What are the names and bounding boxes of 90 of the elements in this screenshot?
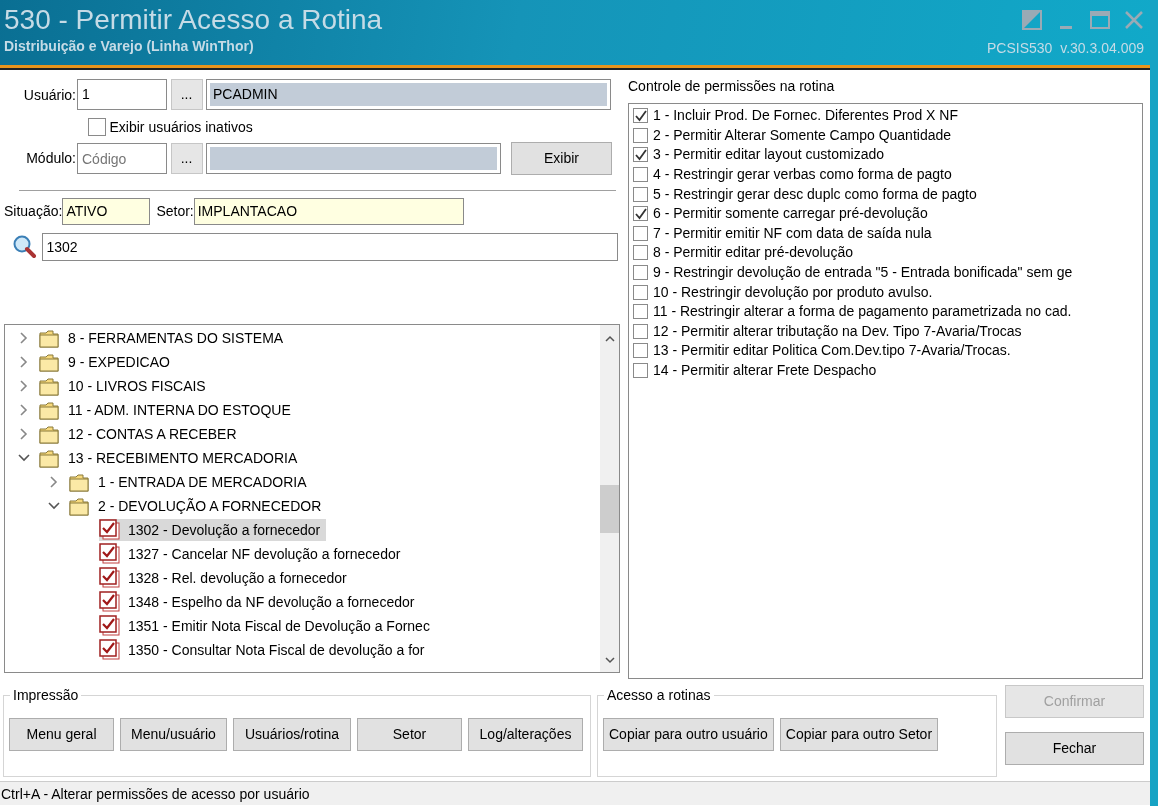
group-title: Impressão [10,686,82,704]
checkbox-label: 6 - Permitir somente carregar pré-devolução [653,204,928,224]
lookup-button[interactable]: ... [170,79,203,110]
folder-icon [39,352,61,372]
tree-item[interactable]: 12 - CONTAS A RECEBER [68,423,237,445]
checkbox[interactable] [88,118,106,136]
checkbox-label: 2 - Permitir Alterar Somente Campo Quantidade [653,125,952,145]
checkbox[interactable] [633,304,648,320]
folder-icon [39,448,61,468]
tree-item[interactable]: 10 - LIVROS FISCAIS [68,375,206,397]
search-field[interactable]: 1302 [41,233,618,261]
scrollbar[interactable] [600,325,619,672]
print-button[interactable]: Setor [357,718,462,751]
folder-icon [69,472,91,492]
folder-icon [39,376,61,396]
tree-item[interactable]: 1328 - Rel. devolução a fornecedor [99,567,347,589]
tree-item[interactable]: 9 - EXPEDICAO [68,351,170,373]
tree-item[interactable]: 8 - FERRAMENTAS DO SISTEMA [68,327,284,349]
print-button[interactable]: Menu geral [9,718,114,751]
search-icon [12,234,38,260]
checkbox[interactable] [633,127,648,143]
status-bar: Ctrl+A - Alterar permissões de acesso por usuário [0,781,1150,805]
tree-item[interactable]: 1302 - Devolução a fornecedor [99,519,327,541]
copy-button[interactable]: Copiar para outro usuário [603,718,774,751]
folder-icon [69,496,91,516]
tree-item[interactable]: 1350 - Consultar Nota Fiscal de devolução a for [99,639,425,661]
tree-item[interactable]: 1351 - Emitir Nota Fiscal de Devolução a Fornec [99,615,430,637]
checkbox[interactable] [633,363,648,378]
checked-icon[interactable] [99,543,121,565]
tree-item[interactable]: 1348 - Espelho da NF devolução a fornecedor [99,591,415,613]
tree-item[interactable]: 2 - DEVOLUÇÃO A FORNECEDOR [98,495,322,517]
exibir-button[interactable]: Exibir [511,142,612,175]
folder-icon [39,424,61,444]
field-label: Módulo: [25,149,77,168]
checkbox-label: 9 - Restringir devolução de entrada "5 - Entrada bonificada" sem ge [653,263,1073,283]
field-label: Situação: [4,202,63,221]
checked-icon[interactable] [99,567,121,589]
field-label: Setor: [156,202,194,221]
checkbox-label: 14 - Permitir alterar Frete Despacho [653,361,877,380]
checkbox-label: 3 - Permitir editar layout customizado [653,145,885,165]
window-title: 530 - Permitir Acesso a Rotina [4,4,383,36]
checkbox-label: 7 - Permitir emitir NF com data de saída nula [653,223,932,243]
tree-item[interactable]: 11 - ADM. INTERNA DO ESTOQUE [68,399,291,421]
checkbox[interactable] [633,245,648,261]
checkbox[interactable] [633,147,648,163]
checkbox[interactable] [633,225,648,241]
checkbox[interactable] [633,206,648,222]
scroll-thumb[interactable] [600,485,619,533]
situation-field[interactable]: ATIVO [62,198,151,225]
user-name-field[interactable]: PCADMIN [206,79,611,110]
tree-item[interactable]: 13 - RECEBIMENTO MERCADORIA [68,447,298,469]
checkbox[interactable] [633,323,648,339]
checkbox[interactable] [633,167,648,183]
checked-icon[interactable] [99,615,121,637]
module-name-field[interactable] [206,143,501,174]
checked-icon[interactable] [99,519,121,541]
field-label: Usuário: [22,86,77,105]
print-button[interactable]: Log/alterações [468,718,583,751]
checkbox-label: 5 - Restringir gerar desc duplc como forma de pagto [653,184,977,204]
folder-icon [39,400,61,420]
checkbox-label: 1 - Incluir Prod. De Fornec. Diferentes Prod X NF [653,106,958,126]
window-subtitle: Distribuição e Varejo (Linha WinThor) [4,37,255,56]
checkbox-label: 4 - Restringir gerar verbas como forma de pagto [653,165,952,185]
copy-button[interactable]: Copiar para outro Setor [779,718,939,751]
folder-icon [39,328,61,348]
checkbox[interactable] [633,108,648,124]
checkbox-label: 13 - Permitir editar Politica Com.Dev.tipo 7-Avaria/Trocas. [653,341,1011,361]
scroll-down-icon[interactable] [603,654,616,666]
checkbox-label: 11 - Restringir alterar a forma de pagamento parametrizada no cad. [653,302,1072,322]
tree-item[interactable]: 1 - ENTRADA DE MERCADORIA [98,471,307,493]
checkbox-label: Exibir usuários inativos [109,117,253,137]
checkbox[interactable] [633,265,648,281]
module-code-field[interactable]: Código [77,143,167,174]
lookup-button[interactable]: ... [170,143,203,174]
checked-icon[interactable] [99,591,121,613]
checkbox[interactable] [633,343,648,359]
checkbox-label: 10 - Restringir devolução por produto avulso. [653,282,933,302]
user-code-field[interactable]: 1 [77,79,167,110]
checkbox[interactable] [633,284,648,300]
checkbox-label: 12 - Permitir alterar tributação na Dev. Tipo 7-Avaria/Trocas [653,321,1022,341]
tree-item[interactable]: 1327 - Cancelar NF devolução a fornecedor [99,543,401,565]
checked-icon[interactable] [99,639,121,661]
print-button[interactable]: Menu/usuário [120,718,227,751]
action-button[interactable]: Fechar [1005,732,1144,765]
panel-title: Controle de permissões na rotina [628,77,836,96]
checkbox[interactable] [633,186,648,202]
sector-field[interactable]: IMPLANTACAO [193,198,464,225]
print-button[interactable]: Usuários/rotina [233,718,351,751]
checkbox-label: 8 - Permitir editar pré-devolução [653,243,853,263]
version-label: PCSIS530 v.30.3.04.009 [987,39,1144,58]
